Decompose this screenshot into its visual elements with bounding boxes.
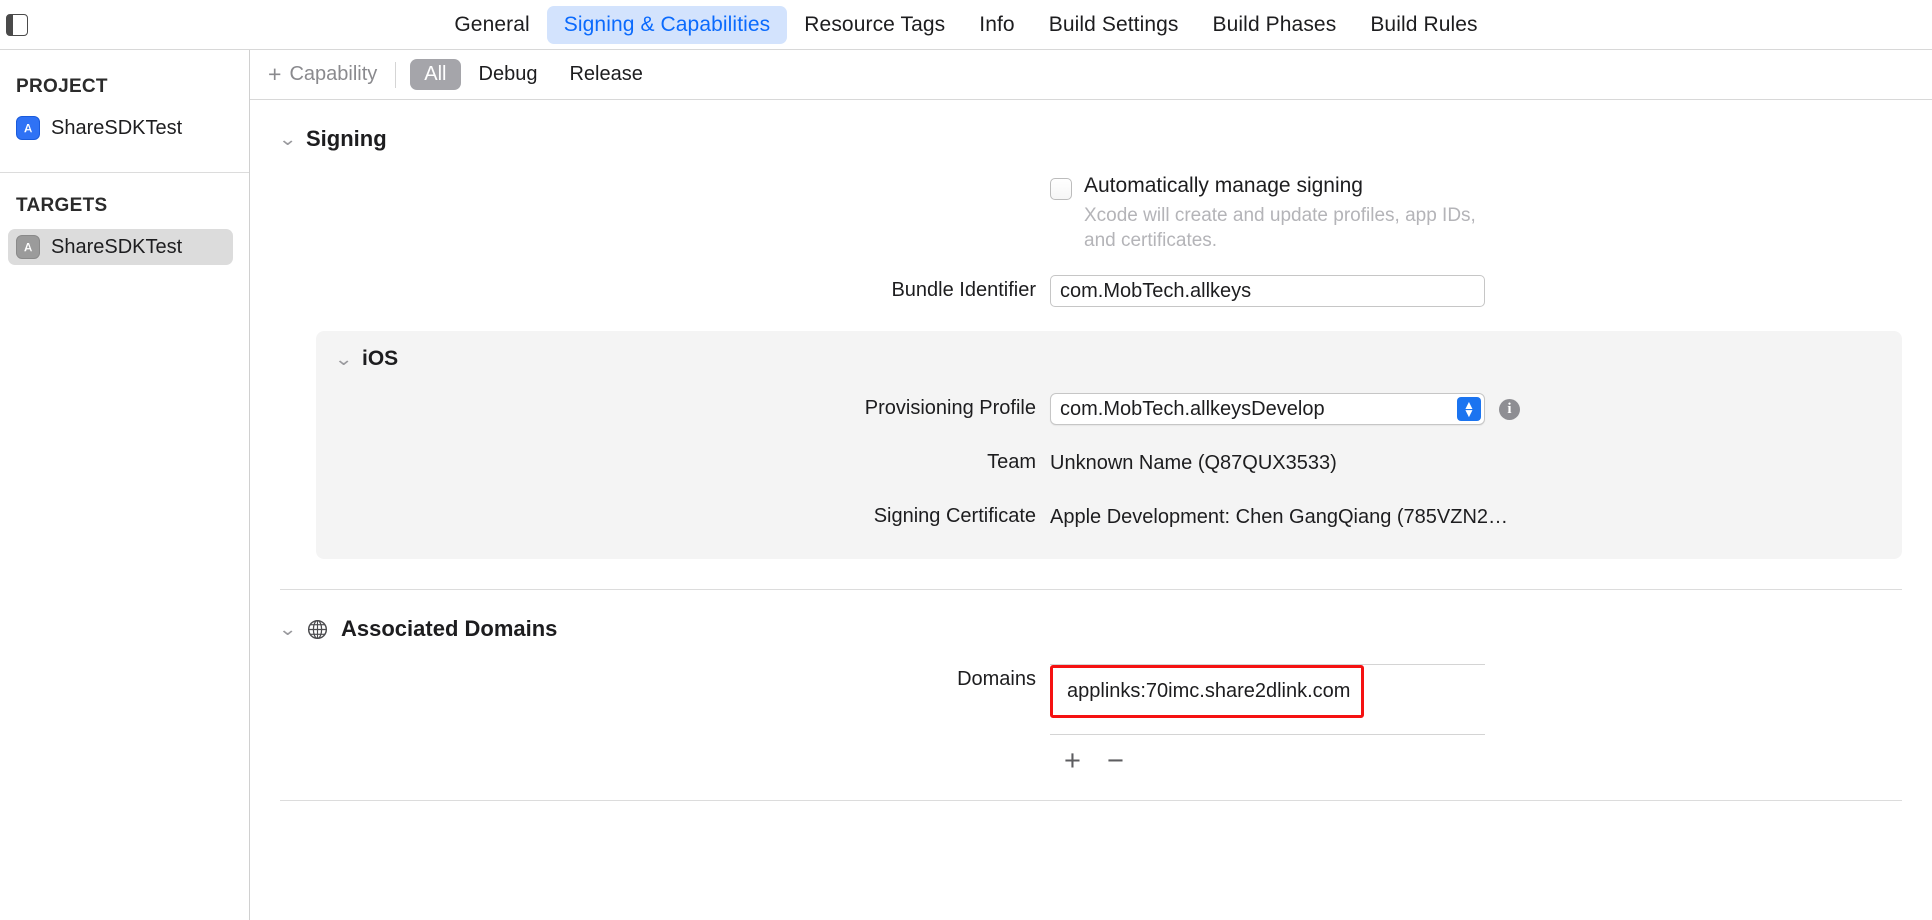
tab-build-phases[interactable]: Build Phases (1196, 6, 1354, 44)
add-domain-button[interactable]: + (1064, 747, 1081, 776)
domains-row: Domains applinks:70imc.share2dlink.com +… (250, 664, 1932, 776)
automatically-manage-signing-row: Automatically manage signing Xcode will … (250, 174, 1932, 253)
bundle-identifier-input[interactable]: com.MobTech.allkeys (1050, 275, 1485, 307)
provisioning-profile-field-wrap: com.MobTech.allkeysDevelop ▲ ▼ i (1050, 393, 1902, 425)
domains-label: Domains (250, 664, 1050, 694)
chevron-down-glyph: ▼ (1463, 409, 1475, 418)
tab-build-settings[interactable]: Build Settings (1032, 6, 1196, 44)
sidebar-toggle-button[interactable] (6, 14, 28, 36)
tab-info[interactable]: Info (962, 6, 1031, 44)
editor-tab-bar: General Signing & Capabilities Resource … (0, 0, 1932, 50)
provisioning-profile-popup-button[interactable]: com.MobTech.allkeysDevelop ▲ ▼ (1050, 393, 1485, 425)
chevron-down-icon[interactable]: ⌄ (334, 349, 352, 370)
project-target-sidebar: PROJECT ShareSDKTest TARGETS S (0, 50, 250, 920)
sidebar-item-label: ShareSDKTest (51, 117, 182, 140)
domains-field-wrap: applinks:70imc.share2dlink.com + − (1050, 664, 1932, 776)
editor-body: PROJECT ShareSDKTest TARGETS S (0, 50, 1932, 920)
bundle-identifier-field-wrap: com.MobTech.allkeys (1050, 275, 1932, 307)
signing-certificate-label: Signing Certificate (316, 501, 1050, 531)
bottom-section-divider (280, 800, 1902, 801)
signing-section-title: Signing (306, 126, 387, 152)
ios-group-title: iOS (362, 347, 398, 371)
app-icon (16, 235, 40, 259)
provisioning-profile-row: Provisioning Profile com.MobTech.allkeys… (316, 393, 1902, 425)
tab-list: General Signing & Capabilities Resource … (437, 6, 1494, 44)
filter-release[interactable]: Release (555, 59, 656, 90)
sidebar-toggle-bar (7, 15, 13, 35)
tab-signing-and-capabilities[interactable]: Signing & Capabilities (547, 6, 788, 44)
capability-toolbar: + Capability All Debug Release (250, 50, 1932, 100)
team-label: Team (316, 447, 1050, 477)
ios-group-header[interactable]: ⌄ iOS (316, 347, 1902, 371)
domain-entry-input[interactable]: applinks:70imc.share2dlink.com (1050, 665, 1364, 718)
capabilities-scroll-area[interactable]: ⌄ Signing Automatically manage signing X… (250, 100, 1932, 920)
tab-build-rules[interactable]: Build Rules (1353, 6, 1494, 44)
provisioning-profile-value: com.MobTech.allkeysDevelop (1060, 398, 1325, 421)
plus-icon: + (268, 63, 281, 86)
domains-list: applinks:70imc.share2dlink.com + − (1050, 664, 1485, 776)
sidebar-divider (0, 172, 249, 173)
domains-add-remove-controls: + − (1050, 735, 1485, 776)
app-icon (16, 116, 40, 140)
signing-certificate-field-wrap: Apple Development: Chen GangQiang (785VZ… (1050, 501, 1902, 533)
configuration-filter-group: All Debug Release (396, 59, 657, 90)
sidebar-item-label: ShareSDKTest (51, 236, 182, 259)
automatically-manage-signing-field: Automatically manage signing Xcode will … (1050, 174, 1932, 253)
tab-resource-tags[interactable]: Resource Tags (787, 6, 962, 44)
tab-general[interactable]: General (437, 6, 546, 44)
signing-certificate-row: Signing Certificate Apple Development: C… (316, 501, 1902, 533)
associated-domains-title: Associated Domains (341, 616, 557, 642)
add-capability-button[interactable]: + Capability (268, 63, 395, 86)
bundle-identifier-row: Bundle Identifier com.MobTech.allkeys (250, 275, 1932, 307)
sidebar-header-project: PROJECT (0, 76, 249, 98)
team-value: Unknown Name (Q87QUX3533) (1050, 447, 1902, 479)
filter-debug[interactable]: Debug (465, 59, 552, 90)
info-icon[interactable]: i (1499, 399, 1520, 420)
team-row: Team Unknown Name (Q87QUX3533) (316, 447, 1902, 479)
sidebar-header-targets: TARGETS (0, 195, 249, 217)
automatically-manage-signing-label[interactable]: Automatically manage signing (1084, 174, 1504, 198)
automatically-manage-signing-help: Xcode will create and update profiles, a… (1084, 204, 1504, 253)
signing-certificate-value: Apple Development: Chen GangQiang (785VZ… (1050, 501, 1902, 533)
sidebar-item-project-sharesdktest[interactable]: ShareSDKTest (8, 110, 233, 146)
associated-domains-section-header[interactable]: ⌄ Associated Domains (250, 590, 1932, 642)
bundle-identifier-label: Bundle Identifier (250, 275, 1050, 305)
sidebar-item-target-sharesdktest[interactable]: ShareSDKTest (8, 229, 233, 265)
automatically-manage-signing-checkbox[interactable] (1050, 178, 1072, 200)
globe-icon (306, 618, 329, 641)
add-capability-label: Capability (289, 63, 377, 86)
capabilities-editor: + Capability All Debug Release ⌄ Signing (250, 50, 1932, 920)
ios-signing-group: ⌄ iOS Provisioning Profile com.MobTech.a… (316, 331, 1902, 559)
provisioning-profile-label: Provisioning Profile (316, 393, 1050, 423)
chevron-down-icon[interactable]: ⌄ (278, 129, 296, 150)
chevron-down-icon[interactable]: ⌄ (278, 619, 296, 640)
signing-section-header[interactable]: ⌄ Signing (250, 100, 1932, 152)
remove-domain-button[interactable]: − (1107, 747, 1124, 776)
filter-all[interactable]: All (410, 59, 460, 90)
chevron-updown-icon[interactable]: ▲ ▼ (1457, 397, 1481, 421)
team-field-wrap: Unknown Name (Q87QUX3533) (1050, 447, 1902, 479)
